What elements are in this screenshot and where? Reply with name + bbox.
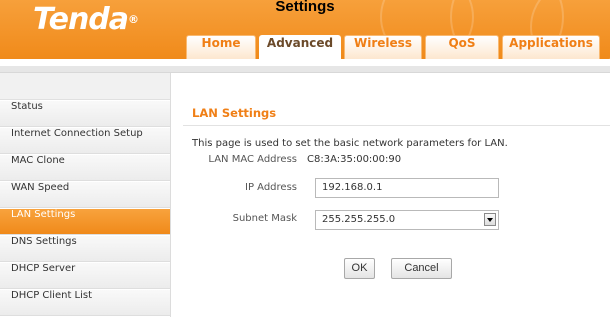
ok-button[interactable]: OK [344, 258, 375, 279]
cancel-button[interactable]: Cancel [391, 258, 452, 279]
lan-mac-label: LAN MAC Address [208, 154, 297, 165]
lan-mac-value: C8:3A:35:00:00:90 [307, 154, 402, 165]
ip-address-label: IP Address [245, 182, 297, 193]
main-tabs: Home Advanced Wireless QoS Applications [186, 35, 600, 59]
page-description: This page is used to set the basic netwo… [192, 138, 508, 149]
subnet-mask-label: Subnet Mask [232, 213, 297, 224]
subnet-mask-value: 255.255.255.0 [322, 214, 396, 225]
tab-home[interactable]: Home [186, 35, 256, 59]
page-title: LAN Settings [192, 106, 277, 120]
header-divider [0, 59, 610, 66]
sidebar: Status Internet Connection Setup MAC Clo… [0, 73, 171, 317]
subnet-mask-select[interactable]: 255.255.255.0 [315, 210, 499, 230]
sidebar-item-dhcp-client-list[interactable]: DHCP Client List [0, 290, 170, 316]
dropdown-arrow-icon[interactable] [484, 213, 496, 226]
main-content: LAN Settings This page is used to set th… [171, 73, 610, 317]
sidebar-item-dns-settings[interactable]: DNS Settings [0, 236, 170, 262]
subheader-bar [0, 66, 610, 73]
sidebar-item-internet-connection-setup[interactable]: Internet Connection Setup [0, 128, 170, 154]
sidebar-item-dhcp-server[interactable]: DHCP Server [0, 263, 170, 289]
tab-wireless[interactable]: Wireless [344, 35, 422, 59]
tab-qos[interactable]: QoS [425, 35, 499, 59]
sidebar-item-mac-clone[interactable]: MAC Clone [0, 155, 170, 181]
sidebar-header [0, 73, 170, 100]
tab-applications[interactable]: Applications [502, 35, 600, 59]
ip-address-input[interactable]: 192.168.0.1 [315, 178, 499, 198]
sidebar-item-lan-settings[interactable]: LAN Settings [0, 209, 170, 235]
page-caption: Settings [275, 0, 335, 15]
tab-advanced[interactable]: Advanced [259, 35, 341, 59]
sidebar-item-wan-speed[interactable]: WAN Speed [0, 182, 170, 208]
sidebar-item-status[interactable]: Status [0, 101, 170, 127]
title-divider [183, 125, 610, 126]
